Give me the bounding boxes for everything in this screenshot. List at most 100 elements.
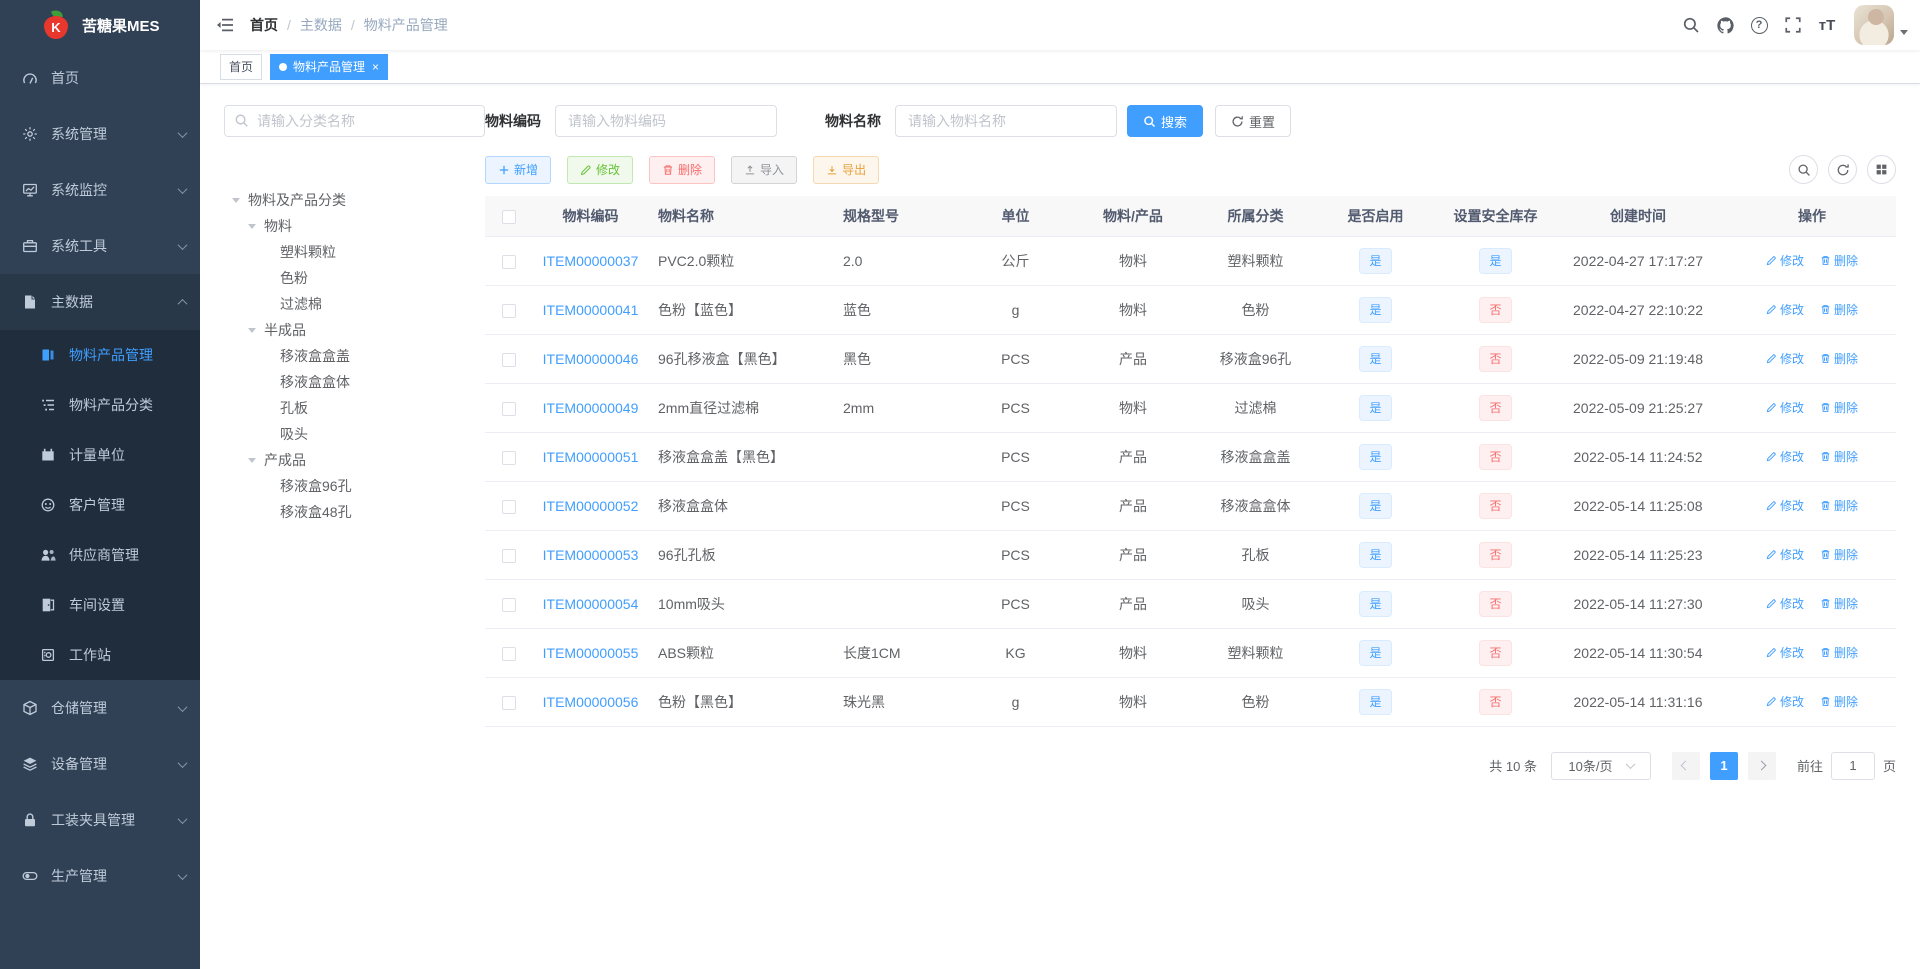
prev-page-button[interactable] [1671,751,1700,780]
item-code-link[interactable]: ITEM00000046 [543,351,639,367]
code-filter-input[interactable] [555,105,777,137]
sidebar-item-material-product-mgmt[interactable]: 物料产品管理 [0,330,200,380]
row-delete-link[interactable]: 删除 [1820,252,1858,269]
reset-button[interactable]: 重置 [1215,105,1292,137]
item-code-link[interactable]: ITEM00000055 [543,645,639,661]
row-delete-link[interactable]: 删除 [1820,448,1858,465]
edit-button[interactable]: 修改 [567,155,634,184]
tree-node-finished[interactable]: 产成品 [224,447,485,473]
row-delete-link[interactable]: 删除 [1820,693,1858,710]
column-settings-button[interactable] [1867,155,1896,184]
sidebar-item-workstation[interactable]: 工作站 [0,630,200,680]
row-checkbox[interactable] [502,548,516,563]
row-checkbox[interactable] [502,646,516,661]
show-search-toggle-button[interactable] [1789,155,1818,184]
refresh-table-button[interactable] [1828,155,1857,184]
row-edit-link[interactable]: 修改 [1766,546,1804,563]
user-menu-caret-icon[interactable] [1900,29,1908,35]
next-page-button[interactable] [1747,751,1776,780]
row-checkbox[interactable] [502,450,516,465]
tree-node-material[interactable]: 物料 [224,213,485,239]
sidebar-item-system-monitor[interactable]: 系统监控 [0,162,200,218]
add-button[interactable]: 新增 [485,155,552,184]
row-edit-link[interactable]: 修改 [1766,644,1804,661]
tree-node-leaf[interactable]: 移液盒盒体 [224,369,485,395]
tab-close-icon[interactable]: × [372,61,379,73]
row-delete-link[interactable]: 删除 [1820,399,1858,416]
search-button[interactable]: 搜索 [1127,105,1204,137]
import-button[interactable]: 导入 [731,155,798,184]
item-code-link[interactable]: ITEM00000052 [543,498,639,514]
item-code-link[interactable]: ITEM00000053 [543,547,639,563]
row-edit-link[interactable]: 修改 [1766,693,1804,710]
item-code-link[interactable]: ITEM00000037 [543,253,639,269]
row-edit-link[interactable]: 修改 [1766,301,1804,318]
item-code-link[interactable]: ITEM00000056 [543,694,639,710]
row-checkbox[interactable] [502,597,516,612]
goto-page-input[interactable] [1830,751,1875,780]
row-edit-link[interactable]: 修改 [1766,350,1804,367]
item-code-link[interactable]: ITEM00000054 [543,596,639,612]
row-delete-link[interactable]: 删除 [1820,350,1858,367]
sidebar-item-system-mgmt[interactable]: 系统管理 [0,106,200,162]
sidebar-item-master-data[interactable]: 主数据 [0,274,200,330]
sidebar-item-home[interactable]: 首页 [0,50,200,106]
row-edit-link[interactable]: 修改 [1766,448,1804,465]
sidebar-collapse-icon[interactable] [216,17,234,33]
row-delete-link[interactable]: 删除 [1820,301,1858,318]
name-filter-input[interactable] [895,105,1117,137]
row-delete-link[interactable]: 删除 [1820,497,1858,514]
fullscreen-icon[interactable] [1776,8,1810,42]
sidebar-item-measurement-unit[interactable]: 计量单位 [0,430,200,480]
github-icon[interactable] [1708,8,1742,42]
export-button[interactable]: 导出 [813,155,880,184]
row-delete-link[interactable]: 删除 [1820,546,1858,563]
tree-node-leaf[interactable]: 移液盒96孔 [224,473,485,499]
item-code-link[interactable]: ITEM00000049 [543,400,639,416]
help-icon[interactable]: ? [1742,8,1776,42]
row-checkbox[interactable] [502,499,516,514]
select-all-checkbox[interactable] [502,209,516,224]
row-edit-link[interactable]: 修改 [1766,252,1804,269]
tree-node-leaf[interactable]: 移液盒48孔 [224,499,485,525]
sidebar-item-equipment-mgmt[interactable]: 设备管理 [0,736,200,792]
row-edit-link[interactable]: 修改 [1766,497,1804,514]
item-code-link[interactable]: ITEM00000051 [543,449,639,465]
tab-material-product-mgmt[interactable]: 物料产品管理 × [270,53,389,80]
row-delete-link[interactable]: 删除 [1820,595,1858,612]
tree-node-leaf[interactable]: 塑料颗粒 [224,239,485,265]
row-checkbox[interactable] [502,401,516,416]
tree-node-leaf[interactable]: 过滤棉 [224,291,485,317]
sidebar-item-customer-mgmt[interactable]: 客户管理 [0,480,200,530]
sidebar-item-warehouse-mgmt[interactable]: 仓储管理 [0,680,200,736]
row-checkbox[interactable] [502,303,516,318]
font-size-icon[interactable]: тT [1810,8,1844,42]
sidebar-item-material-product-category[interactable]: 物料产品分类 [0,380,200,430]
sidebar-item-system-tools[interactable]: 系统工具 [0,218,200,274]
sidebar-item-production-mgmt[interactable]: 生产管理 [0,848,200,904]
header-search-icon[interactable] [1674,8,1708,42]
row-edit-link[interactable]: 修改 [1766,595,1804,612]
tree-node-leaf[interactable]: 色粉 [224,265,485,291]
user-avatar[interactable] [1854,5,1894,45]
row-checkbox[interactable] [502,352,516,367]
tree-node-root[interactable]: 物料及产品分类 [224,187,485,213]
page-size-select[interactable]: 10条/页 [1550,751,1651,780]
tree-node-leaf[interactable]: 移液盒盒盖 [224,343,485,369]
item-code-link[interactable]: ITEM00000041 [543,302,639,318]
row-checkbox[interactable] [502,695,516,710]
category-search-input[interactable] [224,105,485,137]
page-number-button[interactable]: 1 [1709,751,1738,780]
row-edit-link[interactable]: 修改 [1766,399,1804,416]
sidebar-item-tooling-fixture-mgmt[interactable]: 工装夹具管理 [0,792,200,848]
delete-button[interactable]: 删除 [649,155,716,184]
tab-home[interactable]: 首页 [220,53,263,80]
sidebar-item-workshop-settings[interactable]: 车间设置 [0,580,200,630]
tree-node-semi-finished[interactable]: 半成品 [224,317,485,343]
sidebar-item-supplier-mgmt[interactable]: 供应商管理 [0,530,200,580]
row-delete-link[interactable]: 删除 [1820,644,1858,661]
tree-node-leaf[interactable]: 孔板 [224,395,485,421]
tree-node-leaf[interactable]: 吸头 [224,421,485,447]
breadcrumb-home[interactable]: 首页 [250,15,278,35]
row-checkbox[interactable] [502,254,516,269]
